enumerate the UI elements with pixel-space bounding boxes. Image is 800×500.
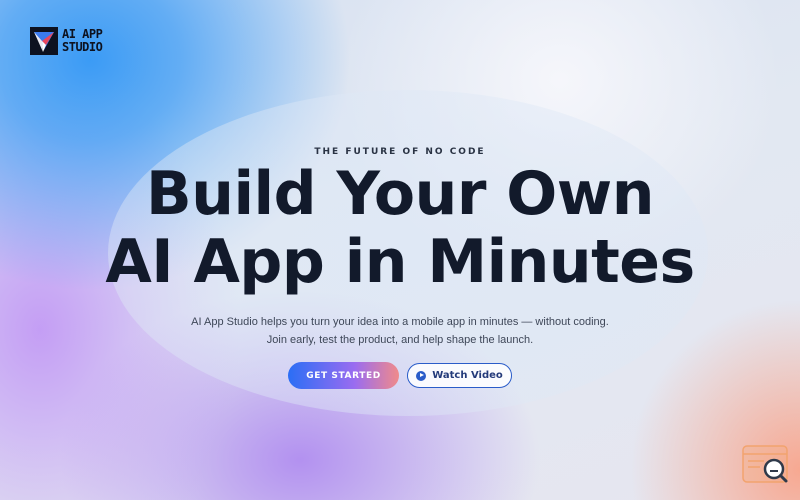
page-title-line1: Build Your Own — [146, 159, 654, 229]
watch-video-button[interactable]: Watch Video — [407, 363, 512, 388]
get-started-button[interactable]: GET STARTED — [288, 362, 399, 389]
hero-description: AI App Studio helps you turn your idea i… — [0, 313, 800, 349]
hero-actions: GET STARTED Watch Video — [288, 362, 512, 389]
brand-logo[interactable]: AI APP STUDIO — [30, 27, 103, 55]
watch-video-label: Watch Video — [432, 370, 503, 381]
play-circle-icon — [416, 370, 427, 381]
search-chat-icon[interactable] — [742, 444, 790, 488]
paper-plane-logo-icon — [30, 27, 58, 55]
page-title: Build Your Own AI App in Minutes — [0, 160, 800, 296]
hero-description-line1: AI App Studio helps you turn your idea i… — [191, 316, 609, 328]
get-started-label: GET STARTED — [306, 370, 381, 381]
hero-description-line2: Join early, test the product, and help s… — [266, 334, 534, 346]
page-title-line2: AI App in Minutes — [105, 227, 695, 297]
brand-name: AI APP STUDIO — [62, 28, 103, 54]
eyebrow-label: THE FUTURE OF NO CODE — [314, 147, 486, 157]
brand-name-line2: STUDIO — [62, 40, 103, 54]
